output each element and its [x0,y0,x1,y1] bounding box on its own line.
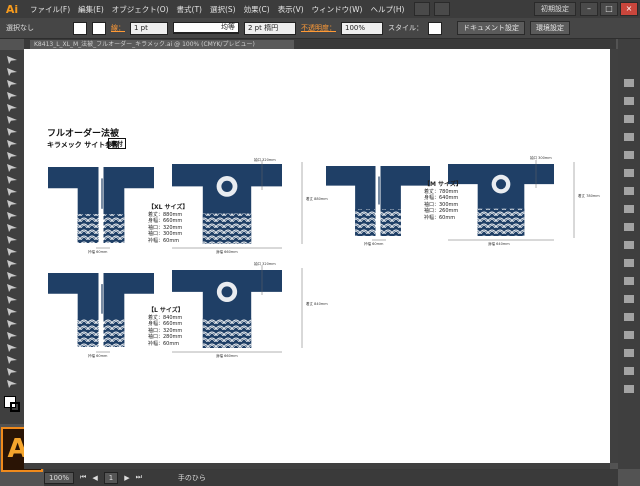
dim-m-front: 衿幅 60mm [364,242,384,246]
dim-m-sleeve: 袖口 300mm [530,156,552,160]
spec-xl: 【XL サイズ】 着丈：880mm 身幅：660mm 袖口：320mm 袖口：3… [148,204,189,244]
nav-next-icon[interactable]: ▶ [124,474,129,482]
dim-xl-front: 衿幅 60mm [88,250,108,254]
l-front-garment-collar-band [98,273,104,347]
spec-l: 【L サイズ】 着丈：840mm 身幅：660mm 袖口：320mm 袖口：28… [148,307,184,347]
current-tool-label: 手のひら [177,473,206,482]
dim-l-front: 衿幅 60mm [88,354,108,358]
nav-last-icon[interactable]: ⏭ [136,473,142,482]
spec-m: 【M サイズ】 着丈：780mm 身幅：640mm 袖口：300mm 袖口：26… [424,181,462,221]
zoom-level[interactable]: 100% [44,471,75,484]
dim-xl-height: 着丈 880mm [306,197,328,201]
m-back-garment-crest-center [495,179,507,190]
dim-l-sleeve: 袖口 320mm [254,262,276,266]
m-front-garment-collar-band [375,166,381,236]
garment-drawings [48,160,575,353]
m-back-garment-wave-pattern [477,208,525,236]
nav-prev-icon[interactable]: ◀ [92,474,97,482]
status-bar: 100% ⏮ ◀ 1 ▶ ⏭ 手のひら [44,469,618,486]
dim-l-width: 身幅 660mm [216,354,238,358]
nav-first-icon[interactable]: ⏮ [80,473,86,482]
dim-xl-width: 身幅 660mm [216,250,238,254]
l-back-garment-crest-center [221,286,233,298]
artboard-number[interactable]: 1 [103,471,119,484]
xl-front-garment-collar-band [98,167,104,243]
xl-back-garment-crest-center [221,180,233,192]
l-back-garment-wave-pattern [202,318,252,348]
dim-m-height: 着丈 780mm [578,194,600,198]
dim-l-height: 着丈 840mm [306,302,328,306]
dim-xl-sleeve: 袖口 320mm [254,158,276,162]
xl-back-garment-wave-pattern [202,213,252,244]
dim-m-width: 身幅 640mm [488,242,510,246]
